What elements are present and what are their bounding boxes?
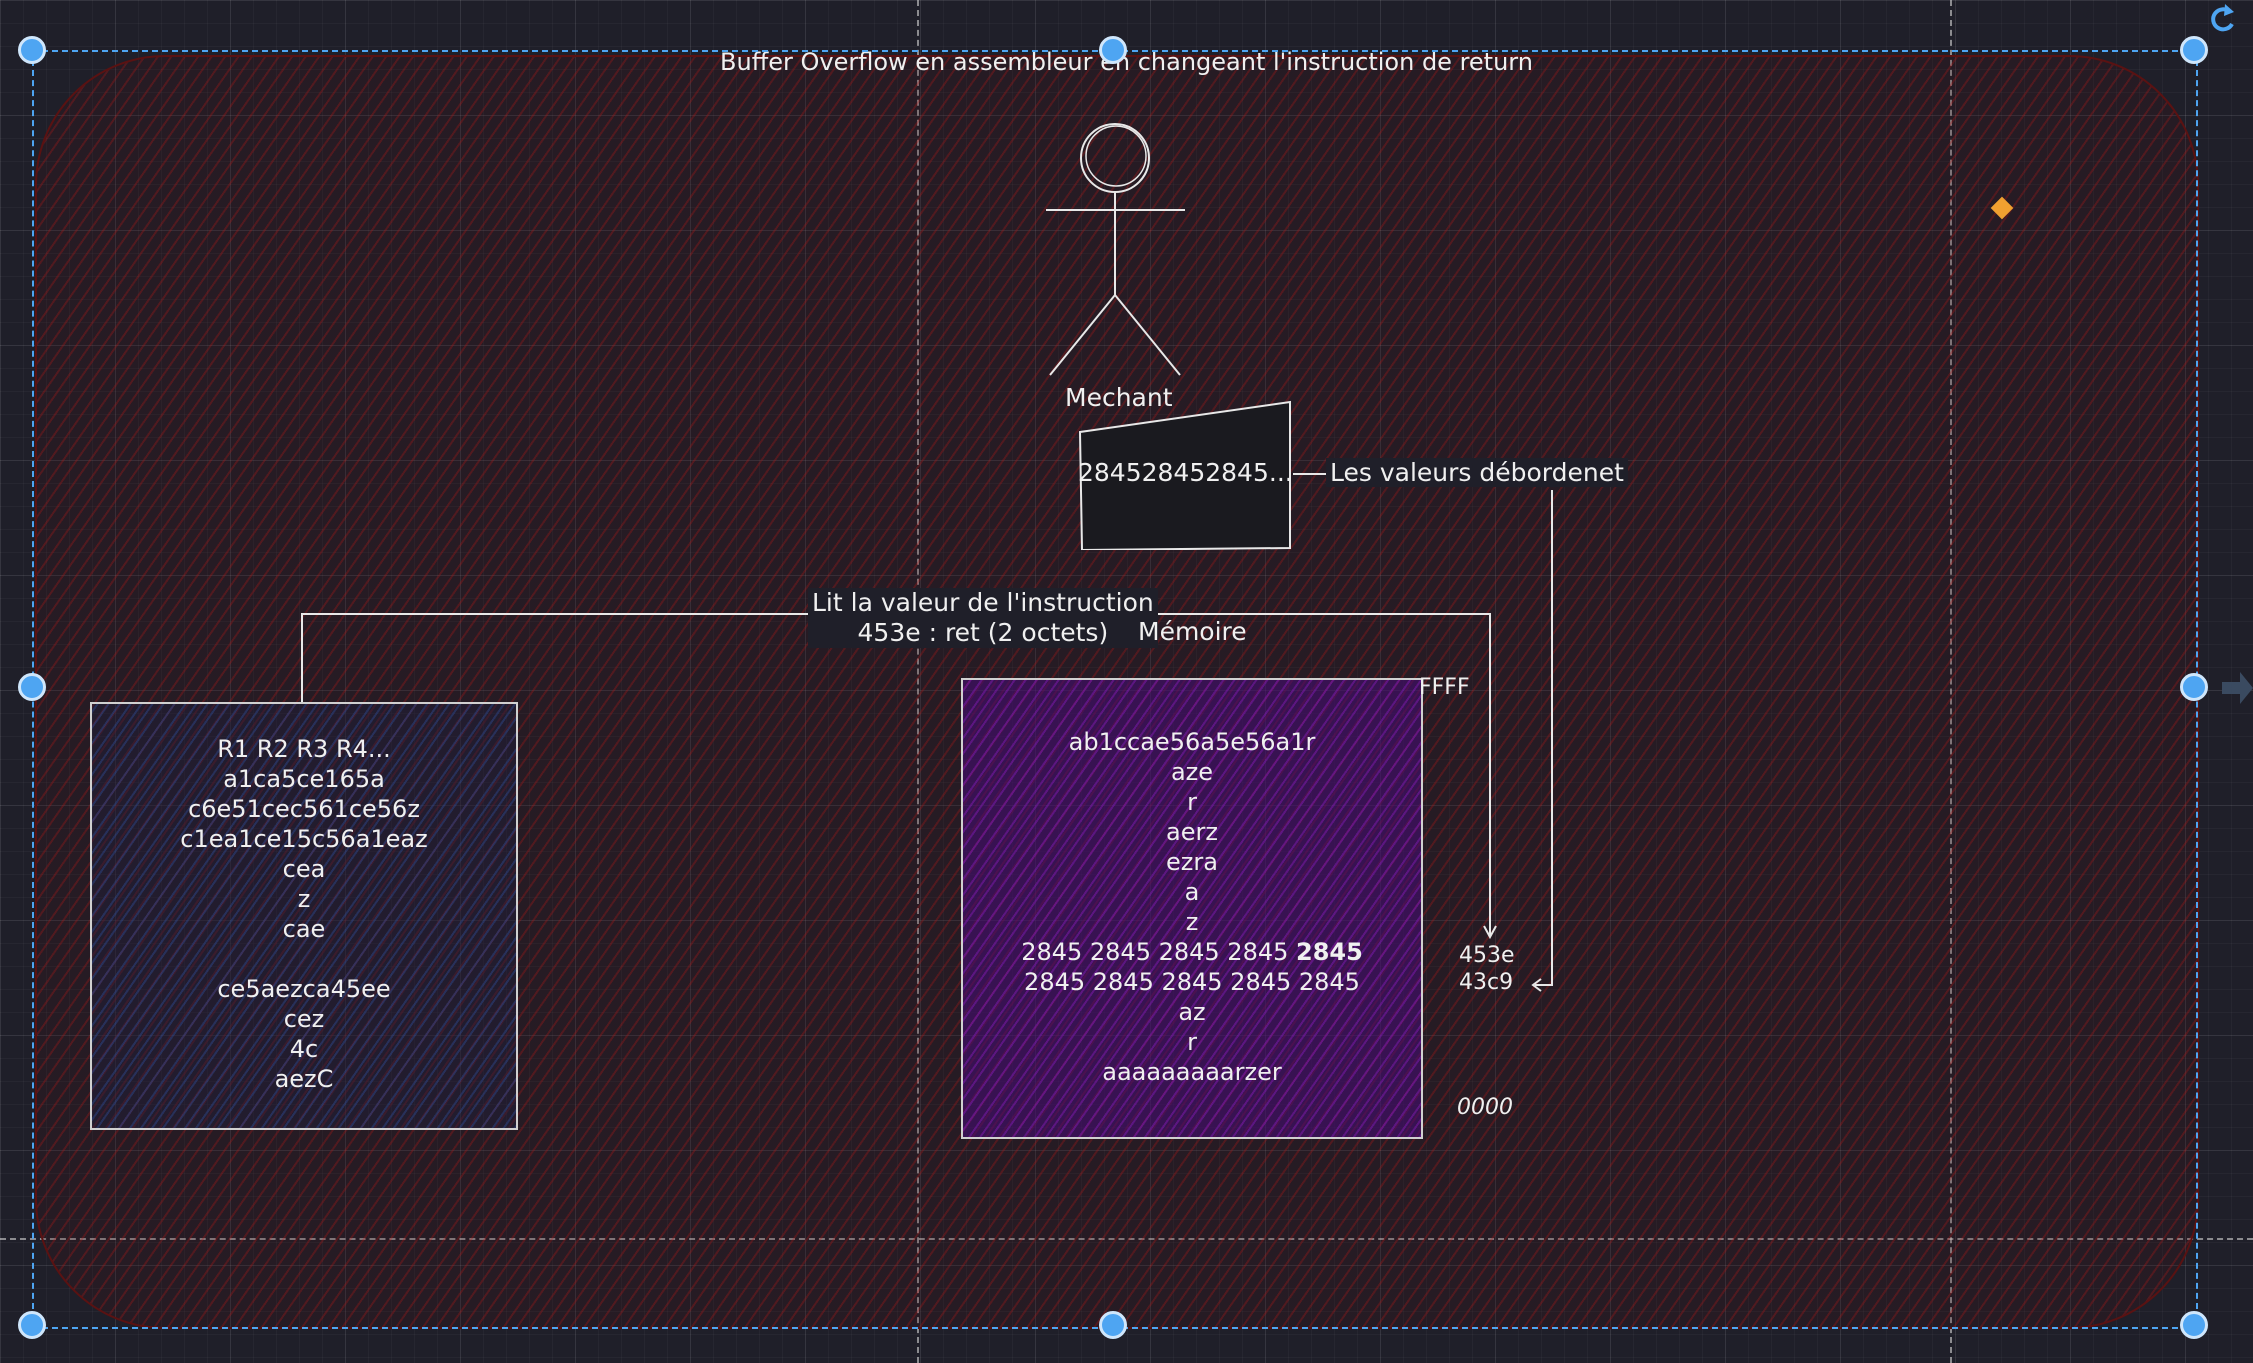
resize-handle[interactable] <box>2180 673 2208 701</box>
expand-arrow-icon[interactable] <box>2222 670 2253 706</box>
resize-handle[interactable] <box>1099 36 1127 64</box>
resize-handle[interactable] <box>2180 1311 2208 1339</box>
resize-handle[interactable] <box>18 673 46 701</box>
selection-outline <box>32 50 2198 1329</box>
resize-handle[interactable] <box>1099 1311 1127 1339</box>
resize-handle[interactable] <box>2180 36 2208 64</box>
resize-handle[interactable] <box>18 1311 46 1339</box>
resize-handle[interactable] <box>18 36 46 64</box>
rotate-icon[interactable] <box>2208 2 2238 36</box>
diagram-canvas[interactable]: Buffer Overflow en assembleur en changea… <box>0 0 2253 1363</box>
